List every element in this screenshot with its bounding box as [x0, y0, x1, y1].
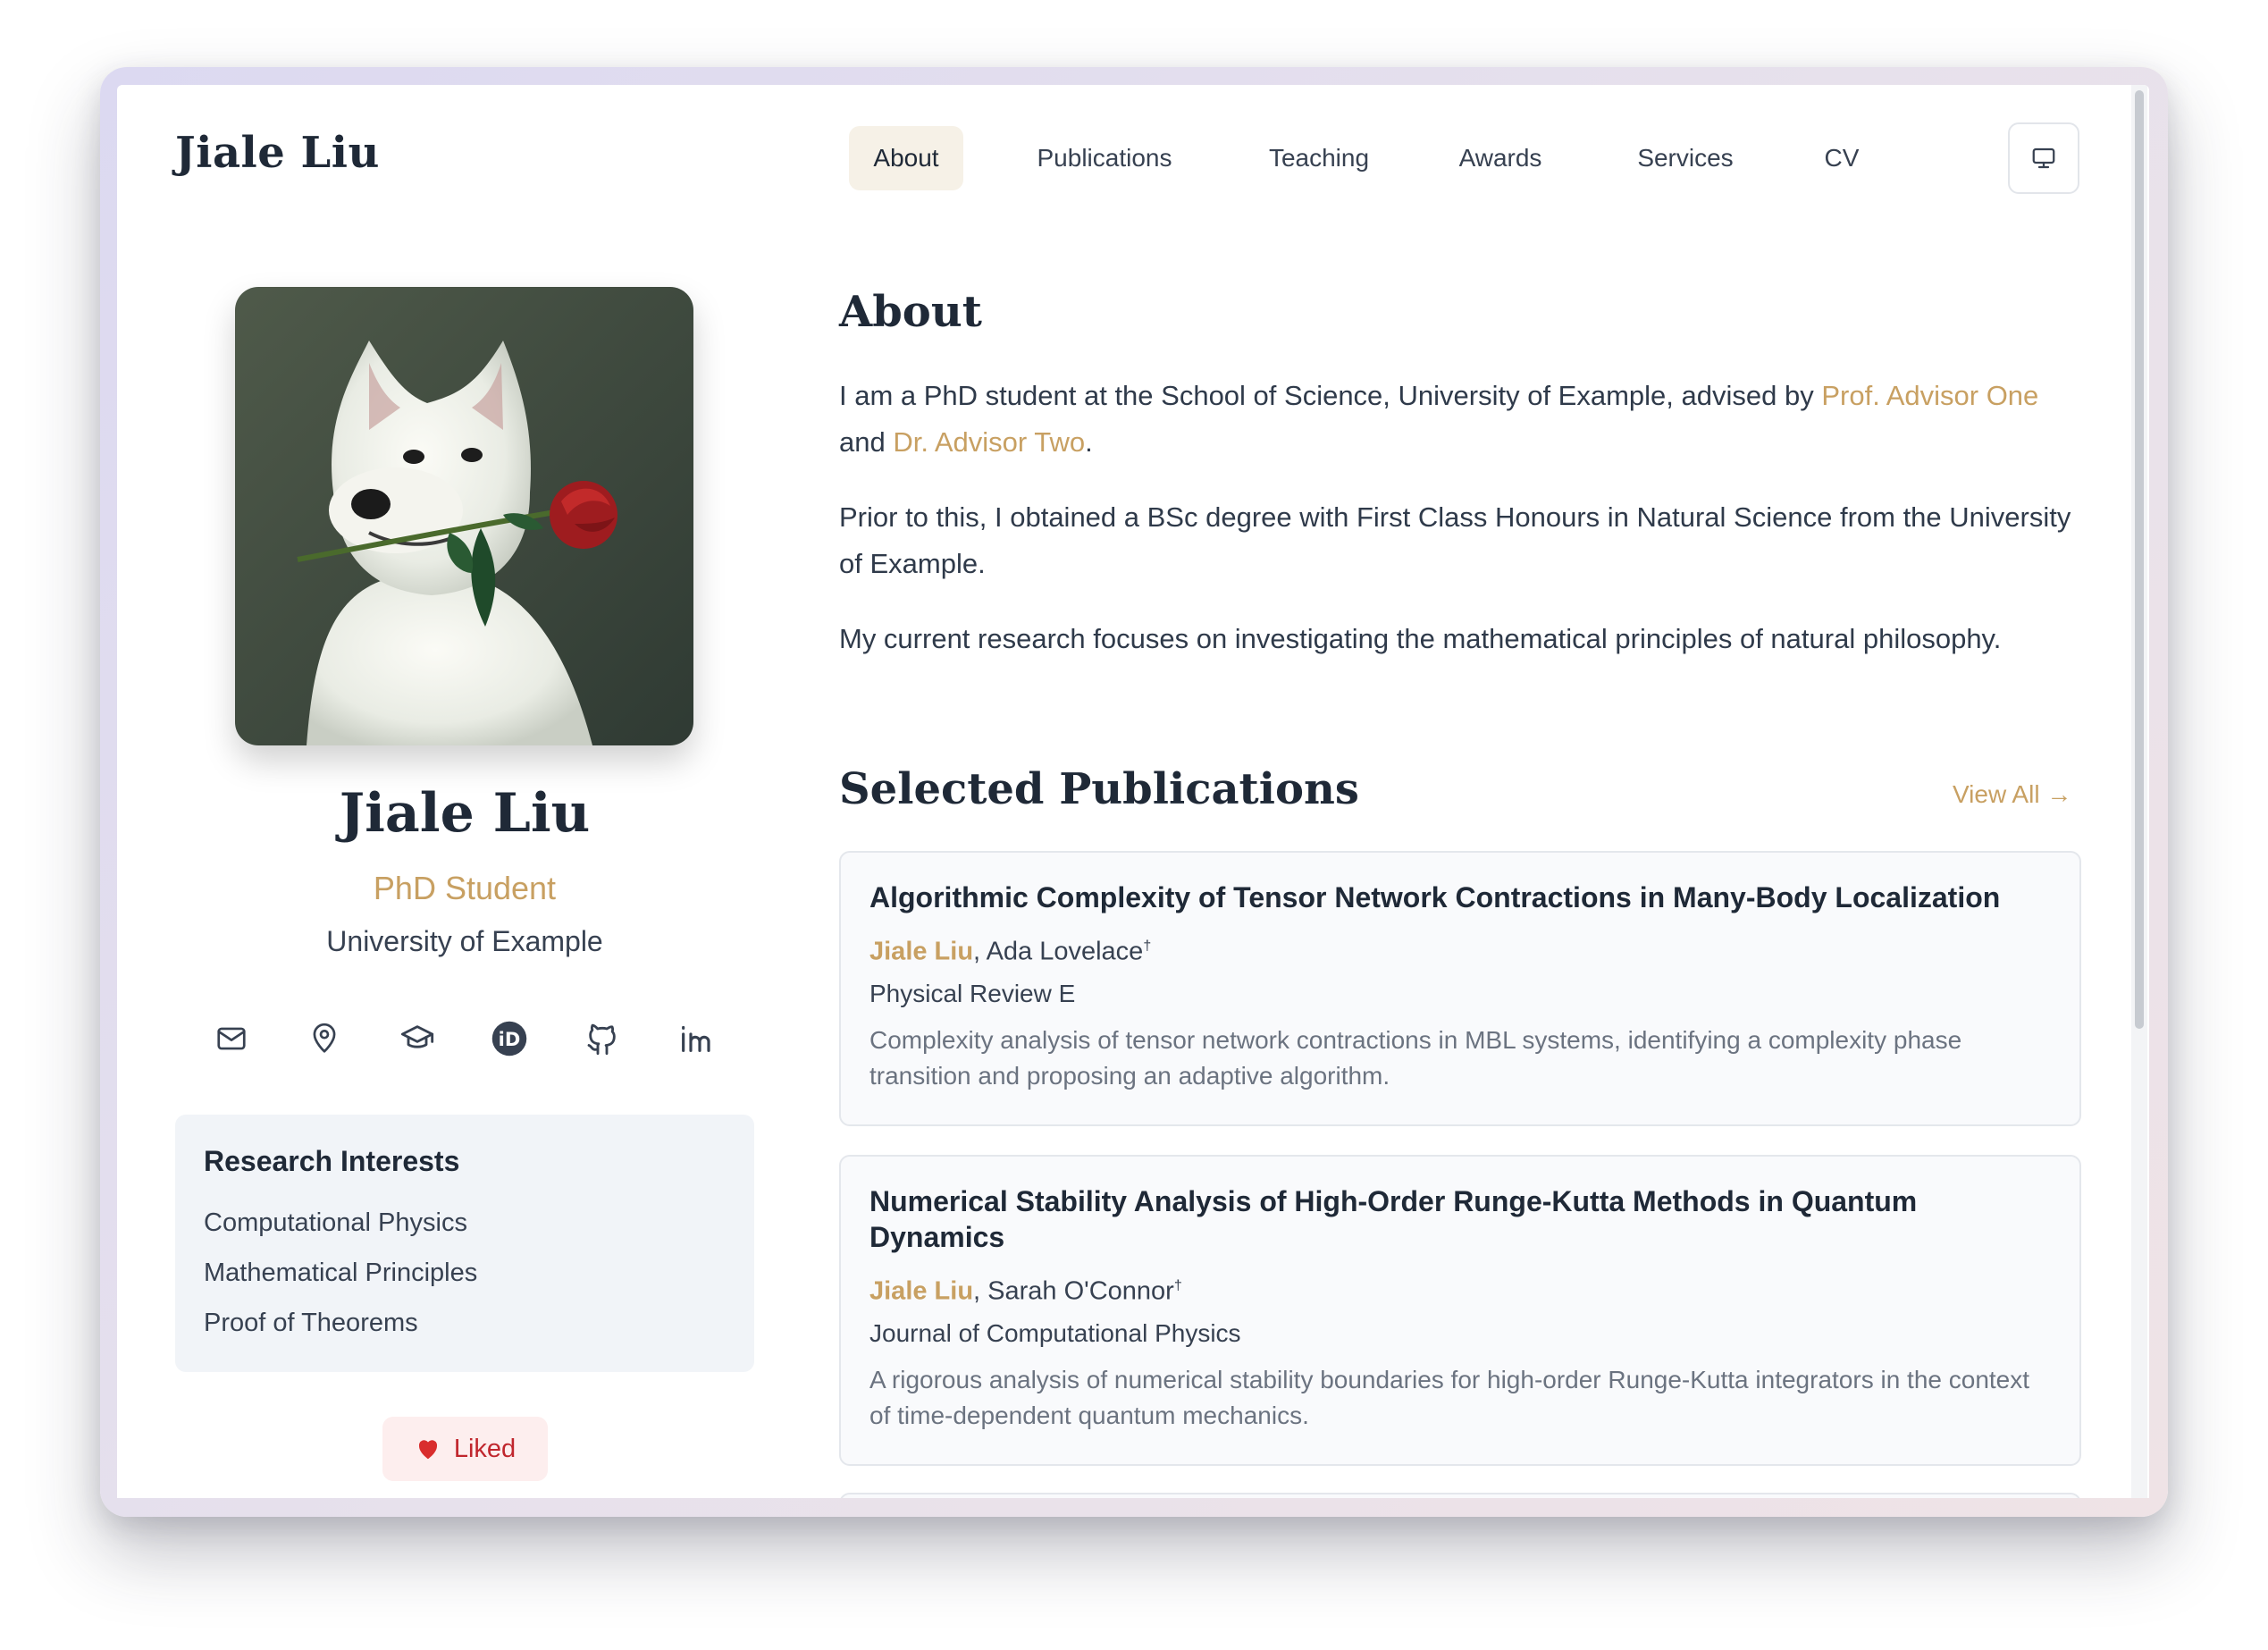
research-interests-title: Research Interests — [204, 1145, 460, 1177]
nav-services[interactable]: Services — [1600, 126, 1770, 190]
linkedin-icon[interactable] — [673, 1016, 718, 1061]
nav-teaching[interactable]: Teaching — [1239, 126, 1399, 190]
about-text: . — [1085, 426, 1093, 458]
publications-title: Selected Publications — [839, 764, 1359, 814]
publication-authors: Jiale Liu, Ada Lovelace† — [869, 928, 2051, 971]
publication-card[interactable]: Algorithmic Complexity of Tensor Network… — [839, 851, 2081, 1126]
main-nav: About Publications Teaching Awards Servi… — [117, 85, 2149, 264]
liked-label: Liked — [453, 1434, 517, 1463]
github-icon[interactable] — [580, 1016, 625, 1061]
corresponding-mark: † — [1143, 939, 1152, 954]
about-text: and — [839, 426, 894, 458]
publication-venue: Physical Review E — [869, 979, 1076, 1007]
nav-awards[interactable]: Awards — [1429, 126, 1572, 190]
profile-role: PhD Student — [373, 870, 557, 906]
about-text: I am a PhD student at the School of Scie… — [839, 380, 1822, 411]
dog-with-rose-image — [235, 287, 693, 745]
author-coauthor: Sarah O'Connor — [987, 1276, 1174, 1306]
profile-avatar — [235, 287, 693, 745]
svg-text:iD: iD — [499, 1029, 521, 1050]
publication-abstract: Complexity analysis of tensor network co… — [869, 1025, 1962, 1090]
author-separator: , — [973, 1276, 988, 1306]
publication-card[interactable]: Numerical Stability Analysis of High-Ord… — [839, 1155, 2081, 1466]
interest-item: Computational Physics — [204, 1208, 467, 1237]
about-paragraph-3: My current research focuses on investiga… — [839, 623, 2002, 654]
profile-affiliation: University of Example — [326, 925, 603, 957]
corresponding-mark: † — [1173, 1278, 1182, 1293]
nav-cv[interactable]: CV — [1797, 126, 1886, 190]
page-viewport: Jiale Liu About Publications Teaching Aw… — [117, 85, 2149, 1498]
author-self: Jiale Liu — [869, 937, 974, 966]
publication-title[interactable]: Numerical Stability Analysis of High-Ord… — [869, 1183, 2051, 1255]
research-interests-card: Research Interests Computational Physics… — [175, 1115, 754, 1372]
author-self: Jiale Liu — [869, 1276, 974, 1306]
nav-about[interactable]: About — [849, 126, 963, 190]
mail-icon[interactable] — [209, 1016, 254, 1061]
location-pin-icon[interactable] — [302, 1016, 347, 1061]
publication-title[interactable]: Algorithmic Complexity of Tensor Network… — [869, 880, 2051, 915]
profile-name: Jiale Liu — [339, 782, 591, 845]
author-coauthor: Ada Lovelace — [986, 937, 1144, 966]
publication-abstract: A rigorous analysis of numerical stabili… — [869, 1365, 2030, 1429]
nav-publications[interactable]: Publications — [1002, 126, 1207, 190]
interest-item: Proof of Theorems — [204, 1309, 418, 1337]
page-scrollbar[interactable] — [2131, 85, 2147, 1498]
publication-venue: Journal of Computational Physics — [869, 1318, 1241, 1347]
about-paragraph-1: I am a PhD student at the School of Scie… — [839, 373, 2081, 466]
about-title: About — [839, 287, 982, 337]
graduation-cap-icon[interactable] — [395, 1016, 440, 1061]
advisor-two-link[interactable]: Dr. Advisor Two — [893, 426, 1085, 458]
monitor-icon — [2032, 147, 2055, 169]
interest-item: Mathematical Principles — [204, 1259, 478, 1287]
theme-toggle-button[interactable] — [2008, 122, 2079, 194]
publication-authors: Jiale Liu, Sarah O'Connor† — [869, 1267, 2051, 1310]
publication-card[interactable] — [839, 1493, 2081, 1498]
view-all-link[interactable]: View All → — [1953, 780, 2071, 809]
orcid-icon[interactable]: iD — [487, 1016, 532, 1061]
liked-button[interactable]: Liked — [382, 1417, 548, 1481]
author-separator: , — [973, 937, 987, 966]
advisor-one-link[interactable]: Prof. Advisor One — [1821, 380, 2038, 411]
scrollbar-thumb[interactable] — [2135, 90, 2144, 1029]
heart-icon — [418, 1440, 437, 1460]
research-interests-list: Computational Physics Mathematical Princ… — [204, 1198, 726, 1348]
about-paragraph-2: Prior to this, I obtained a BSc degree w… — [839, 501, 2071, 579]
